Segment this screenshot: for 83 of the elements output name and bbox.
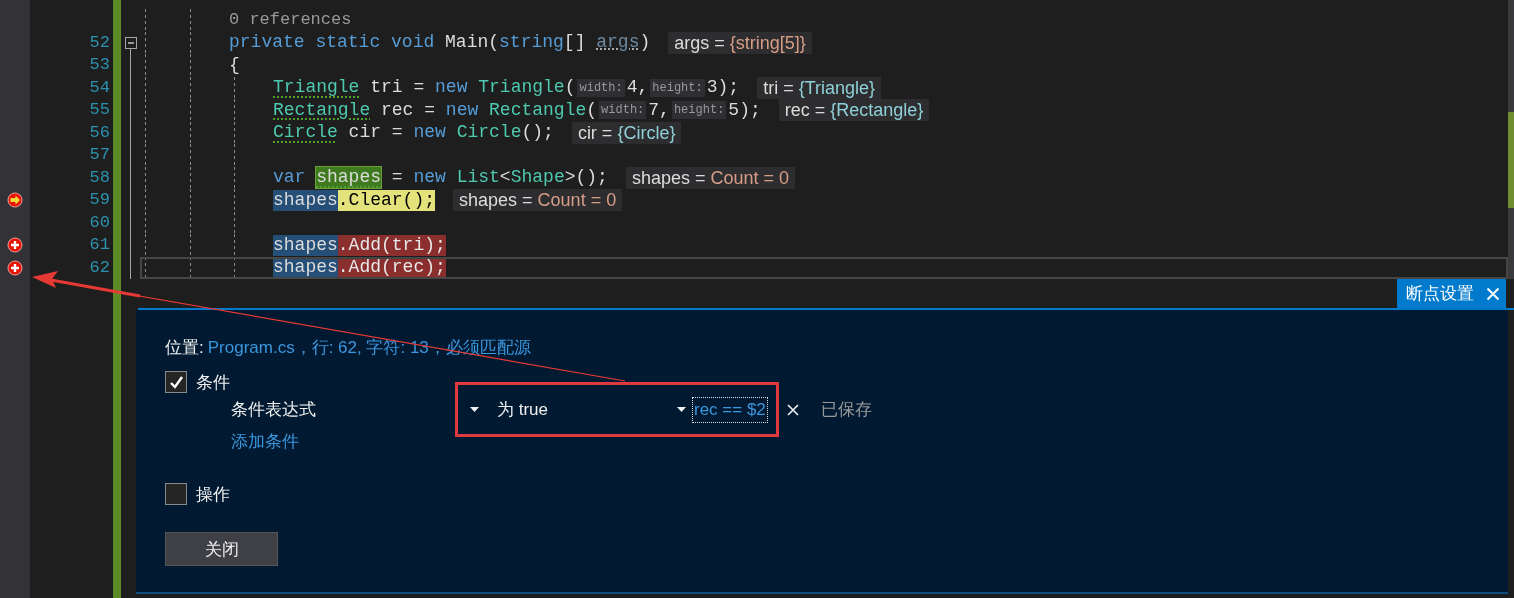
data-tip[interactable]: rec = {Rectangle} <box>778 99 930 122</box>
location-label: 位置: <box>165 336 204 359</box>
expression-field[interactable]: rec == $2 <box>692 396 768 423</box>
checkbox[interactable] <box>165 483 187 505</box>
code-token: >(); <box>564 167 608 189</box>
code-token: cir = <box>347 122 404 144</box>
action-label: 操作 <box>196 483 230 506</box>
line-number: 53 <box>89 55 110 74</box>
code-token: 5); <box>728 99 761 121</box>
code-token: new <box>435 77 468 99</box>
line-number: 61 <box>89 235 110 254</box>
breakpoint-statement: .Add(rec); <box>337 257 446 279</box>
code-token: 4, <box>626 77 649 99</box>
breakpoint-statement: .Add(tri); <box>337 234 446 256</box>
code-token: ( <box>564 77 576 99</box>
data-tip[interactable]: args = {string[5]} <box>668 31 812 54</box>
condition-dropdown[interactable]: 为 true <box>470 398 686 421</box>
parameter-hint: width: <box>577 78 625 97</box>
current-statement: .Clear(); <box>337 189 436 211</box>
line-number: 59 <box>89 190 110 209</box>
code-token: 7, <box>648 99 670 121</box>
parameter-hint: height: <box>671 101 727 120</box>
code-token: [] <box>563 32 587 54</box>
checkmark-icon <box>168 374 184 390</box>
highlighted-identifier: shapes <box>273 189 338 211</box>
data-tip[interactable]: shapes = Count = 0 <box>453 189 623 212</box>
checkbox[interactable] <box>165 371 187 393</box>
line-number: 60 <box>89 212 110 232</box>
condition-label: 条件 <box>196 371 230 394</box>
add-condition-link[interactable]: 添加条件 <box>231 430 299 453</box>
code-token: 3); <box>706 77 740 99</box>
code-token: ) <box>639 32 651 54</box>
code-token: Main( <box>444 32 500 54</box>
parameter-hint: height: <box>650 78 705 97</box>
line-number: 58 <box>89 167 110 187</box>
code-token: { <box>229 54 240 76</box>
breakpoint-icon[interactable] <box>7 237 23 254</box>
code-token: args <box>596 32 640 54</box>
breakpoint-settings-tab[interactable]: 断点设置 <box>1397 279 1506 308</box>
code-token: = <box>390 167 404 189</box>
expression-label: 条件表达式 <box>230 399 317 421</box>
breakpoint-icon[interactable] <box>7 259 23 276</box>
code-token: new <box>413 167 446 189</box>
highlighted-identifier: shapes <box>273 257 338 279</box>
code-token: Circle <box>455 122 522 144</box>
line-number: 57 <box>89 145 110 164</box>
code-token: Circle <box>273 122 338 144</box>
code-token: private static void <box>229 32 435 54</box>
collapse-icon[interactable] <box>124 36 137 49</box>
caret-icon <box>470 407 479 412</box>
line-number: 56 <box>89 122 110 142</box>
remove-icon[interactable] <box>786 403 799 416</box>
code-token: Shape <box>510 167 565 189</box>
line-number: 52 <box>89 32 110 52</box>
line-number: 55 <box>89 100 110 119</box>
code-token: < <box>499 167 511 189</box>
highlighted-identifier: shapes <box>273 234 338 256</box>
code-token: string <box>499 32 564 54</box>
code-token: tri = <box>369 77 426 99</box>
code-token: List <box>455 167 500 189</box>
close-icon[interactable] <box>1486 286 1500 301</box>
code-token: ( <box>586 99 598 121</box>
code-token: Rectangle <box>273 99 371 121</box>
code-token: (); <box>521 122 554 144</box>
line-number: 62 <box>89 257 110 277</box>
code-token: new <box>445 99 479 121</box>
code-token: Rectangle <box>488 99 587 121</box>
references-codelens[interactable]: 0 references <box>229 9 352 32</box>
close-button[interactable]: 关闭 <box>165 532 278 566</box>
highlighted-identifier: shapes <box>316 167 382 189</box>
code-token: Triangle <box>477 77 565 99</box>
saved-status: 已保存 <box>820 399 872 421</box>
parameter-hint: width: <box>599 101 647 120</box>
data-tip[interactable]: tri = {Triangle} <box>757 76 882 99</box>
data-tip[interactable]: cir = {Circle} <box>571 121 682 144</box>
code-token: new <box>413 122 446 144</box>
code-token: rec = <box>380 99 437 121</box>
line-number: 54 <box>89 77 110 97</box>
caret-icon <box>677 407 686 412</box>
data-tip[interactable]: shapes = Count = 0 <box>625 166 796 189</box>
code-token: var <box>273 167 307 189</box>
code-token: Triangle <box>273 77 360 99</box>
scrollbar[interactable] <box>1508 0 1514 279</box>
